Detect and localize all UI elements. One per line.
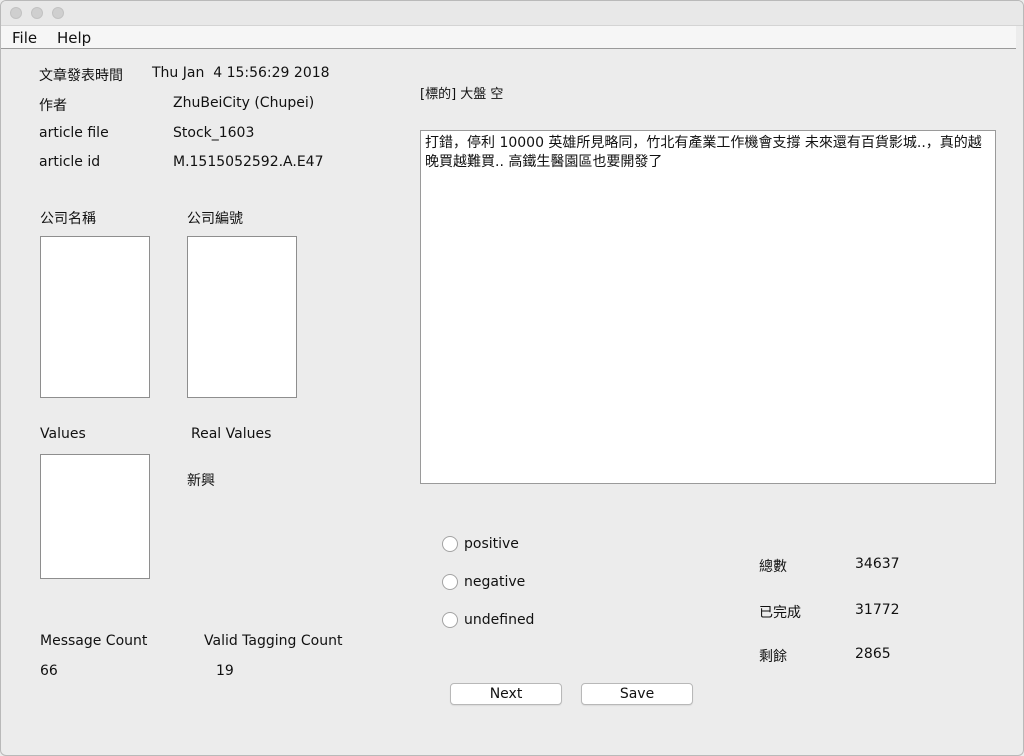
post-time-label: 文章發表時間: [39, 68, 123, 84]
menu-help[interactable]: Help: [57, 29, 91, 47]
zoom-window-button[interactable]: [52, 7, 64, 19]
done-label: 已完成: [759, 605, 801, 621]
valid-tagging-count-label: Valid Tagging Count: [204, 633, 343, 649]
company-name-label: 公司名稱: [40, 211, 96, 227]
negative-radio[interactable]: [442, 574, 458, 590]
article-file-label: article file: [39, 125, 109, 141]
done-value: 31772: [855, 602, 900, 618]
next-button[interactable]: Next: [450, 683, 562, 705]
positive-radio-label[interactable]: positive: [464, 536, 519, 552]
article-title: [標的] 大盤 空: [420, 87, 504, 102]
title-bar: [1, 1, 1023, 26]
article-id-label: article id: [39, 154, 101, 170]
author-value: ZhuBeiCity (Chupei): [173, 95, 315, 111]
values-list[interactable]: [40, 454, 150, 579]
total-value: 34637: [855, 556, 900, 572]
article-file-value: Stock_1603: [173, 125, 255, 141]
undefined-radio-label[interactable]: undefined: [464, 612, 534, 628]
undefined-radio[interactable]: [442, 612, 458, 628]
positive-radio[interactable]: [442, 536, 458, 552]
author-label: 作者: [39, 98, 67, 114]
real-values-text: 新興: [187, 473, 215, 489]
article-body-textarea[interactable]: 打錯，停利 10000 英雄所見略同，竹北有產業工作機會支撐 未來還有百貨影城.…: [420, 130, 996, 484]
app-window: File Help 文章發表時間 Thu Jan 4 15:56:29 2018…: [0, 0, 1024, 756]
post-time-value: Thu Jan 4 15:56:29 2018: [152, 65, 330, 81]
company-code-list[interactable]: [187, 236, 297, 398]
company-code-label: 公司編號: [187, 211, 243, 227]
total-label: 總數: [759, 559, 787, 575]
remaining-label: 剩餘: [759, 649, 787, 665]
save-button[interactable]: Save: [581, 683, 693, 705]
article-id-value: M.1515052592.A.E47: [173, 154, 324, 170]
remaining-value: 2865: [855, 646, 891, 662]
minimize-window-button[interactable]: [31, 7, 43, 19]
valid-tagging-count-value: 19: [216, 663, 234, 679]
real-values-label: Real Values: [191, 426, 272, 442]
negative-radio-label[interactable]: negative: [464, 574, 525, 590]
menu-bar: File Help: [1, 26, 1016, 49]
values-label: Values: [40, 426, 86, 442]
message-count-value: 66: [40, 663, 58, 679]
message-count-label: Message Count: [40, 633, 148, 649]
company-name-list[interactable]: [40, 236, 150, 398]
close-window-button[interactable]: [10, 7, 22, 19]
menu-file[interactable]: File: [12, 29, 37, 47]
